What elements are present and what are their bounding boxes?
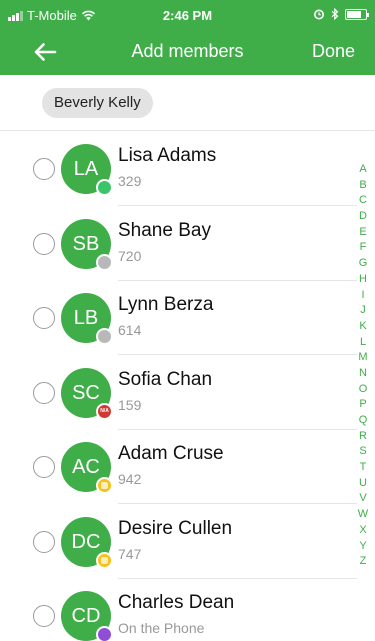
alphabet-index[interactable]: ABCDEFGHIJKLMNOPQRSTUVWXYZ: [351, 162, 375, 570]
presence-on-phone-icon: [96, 626, 113, 641]
index-letter[interactable]: J: [351, 303, 375, 319]
select-radio[interactable]: [33, 307, 55, 329]
index-letter[interactable]: U: [351, 476, 375, 492]
select-radio[interactable]: [33, 232, 55, 255]
index-letter[interactable]: P: [351, 397, 375, 413]
contact-detail: 159: [118, 396, 142, 413]
avatar: LA: [61, 144, 113, 196]
contact-name: Shane Bay: [118, 219, 211, 241]
contact-name: Lisa Adams: [118, 145, 217, 166]
index-letter[interactable]: Q: [351, 413, 375, 429]
contact-name: Sofia Chan: [118, 368, 213, 390]
index-letter[interactable]: V: [351, 491, 375, 507]
contact-name: Desire Cullen: [118, 517, 233, 539]
avatar-initials: SB: [72, 232, 100, 255]
index-letter[interactable]: X: [351, 523, 375, 539]
index-letter[interactable]: Z: [351, 554, 375, 570]
select-radio[interactable]: [33, 530, 55, 553]
presence-label: N/A: [100, 407, 109, 414]
index-letter[interactable]: G: [351, 256, 375, 272]
contact-row[interactable]: SB Shane Bay 720: [0, 207, 375, 281]
presence-idle-icon: [96, 477, 113, 494]
battery-icon: [345, 8, 369, 20]
select-radio[interactable]: [33, 605, 55, 627]
index-letter[interactable]: N: [351, 366, 375, 382]
avatar: LB: [61, 293, 113, 345]
avatar: SC N/A: [61, 367, 113, 420]
select-radio[interactable]: [33, 381, 55, 404]
bluetooth-icon: [331, 8, 339, 20]
index-letter[interactable]: H: [351, 272, 375, 288]
alarm-icon: [314, 9, 324, 20]
avatar-initials: DC: [71, 530, 101, 553]
contact-row[interactable]: DC Desire Cullen 747: [0, 505, 375, 579]
index-letter[interactable]: L: [351, 335, 375, 351]
contact-row[interactable]: LB Lynn Berza 614: [0, 281, 375, 355]
avatar: SB: [61, 218, 113, 271]
index-letter[interactable]: A: [351, 162, 375, 178]
status-icons: [313, 8, 369, 20]
index-letter[interactable]: W: [351, 507, 375, 523]
select-radio[interactable]: [33, 158, 55, 180]
index-letter[interactable]: K: [351, 319, 375, 335]
presence-offline-icon: [96, 328, 113, 345]
contact-detail: 329: [118, 173, 142, 189]
contact-row[interactable]: LA Lisa Adams 329: [0, 132, 375, 206]
presence-available-icon: [96, 179, 113, 196]
index-letter[interactable]: I: [351, 288, 375, 304]
avatar-initials: LA: [73, 158, 99, 180]
contact-row[interactable]: CD Charles Dean On the Phone: [0, 579, 375, 641]
index-letter[interactable]: S: [351, 444, 375, 460]
avatar: CD: [61, 591, 113, 641]
contact-row[interactable]: SC N/A Sofia Chan 159: [0, 356, 375, 430]
index-letter[interactable]: O: [351, 382, 375, 398]
contact-detail: 942: [118, 471, 142, 487]
contact-row[interactable]: AC Adam Cruse 942: [0, 430, 375, 504]
presence-offline-icon: [96, 253, 113, 271]
add-members-screen: T-Mobile 2:46 PM Add members Done Beverl…: [0, 0, 375, 641]
avatar-initials: SC: [72, 381, 100, 404]
index-letter[interactable]: F: [351, 240, 375, 256]
contact-name: Adam Cruse: [118, 443, 224, 464]
contact-name: Lynn Berza: [118, 294, 214, 315]
index-letter[interactable]: D: [351, 209, 375, 225]
contact-detail: 747: [118, 545, 142, 562]
index-letter[interactable]: B: [351, 178, 375, 194]
contact-detail: 720: [118, 247, 142, 264]
contact-name: Charles Dean: [118, 592, 235, 613]
header-bar: Add members Done: [0, 30, 375, 75]
avatar: DC: [61, 516, 113, 569]
selected-member-chip[interactable]: Beverly Kelly: [42, 88, 153, 118]
selected-members: Beverly Kelly: [0, 75, 375, 131]
presence-idle-icon: [96, 551, 113, 569]
avatar-initials: LB: [73, 307, 99, 329]
avatar-initials: CD: [71, 605, 101, 627]
contact-detail: On the Phone: [118, 620, 205, 636]
status-bar: T-Mobile 2:46 PM: [0, 0, 375, 30]
select-radio[interactable]: [33, 456, 55, 478]
index-letter[interactable]: M: [351, 350, 375, 366]
index-letter[interactable]: R: [351, 429, 375, 445]
avatar: AC: [61, 442, 113, 494]
index-letter[interactable]: C: [351, 193, 375, 209]
contact-detail: 614: [118, 322, 142, 338]
index-letter[interactable]: Y: [351, 539, 375, 555]
presence-not-available-icon: N/A: [96, 402, 113, 420]
index-letter[interactable]: T: [351, 460, 375, 476]
avatar-initials: AC: [72, 456, 100, 478]
done-button[interactable]: Done: [312, 41, 355, 62]
index-letter[interactable]: E: [351, 225, 375, 241]
